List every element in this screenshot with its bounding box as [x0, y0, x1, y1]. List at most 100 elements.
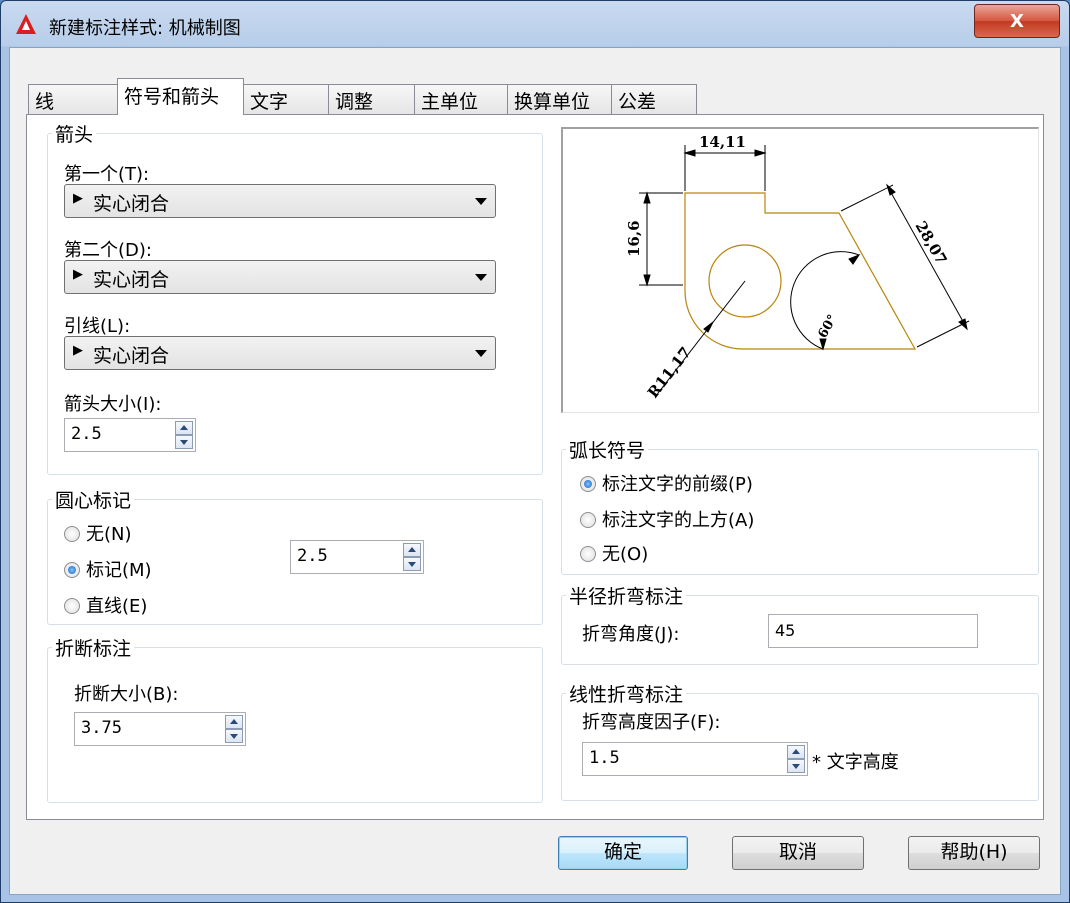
- input-value: 45: [775, 621, 796, 640]
- group-title: 折断标注: [52, 634, 135, 661]
- tab-alternate-units[interactable]: 换算单位: [507, 84, 612, 114]
- closed-filled-arrow-icon: ▶: [73, 343, 83, 358]
- second-arrow-combo[interactable]: ▶ 实心闭合: [64, 260, 496, 294]
- spin-buttons[interactable]: [225, 715, 243, 743]
- group-title: 半径折弯标注: [566, 582, 687, 609]
- dimension-preview: 14,11 16,6 28,07 60° R11,17: [561, 127, 1039, 413]
- jog-height-factor-spinner[interactable]: 1.5: [582, 742, 808, 776]
- center-mark-mark-radio[interactable]: 标记(M): [64, 556, 152, 582]
- close-button[interactable]: X: [974, 4, 1060, 38]
- tab-fit[interactable]: 调整: [328, 84, 415, 114]
- spin-up-icon[interactable]: [403, 543, 421, 557]
- dim-diagonal-text: 28,07: [912, 218, 951, 268]
- window-title: 新建标注样式: 机械制图: [49, 18, 241, 39]
- radio-label: 无(N): [86, 524, 132, 545]
- radio-label: 无(O): [602, 544, 649, 565]
- dim-radius-text: R11,17: [644, 344, 695, 402]
- leader-arrow-label: 引线(L):: [64, 316, 131, 337]
- arc-none-radio[interactable]: 无(O): [580, 540, 648, 566]
- radio-label: 标注文字的上方(A): [602, 510, 755, 531]
- center-mark-none-radio[interactable]: 无(N): [64, 520, 132, 546]
- chevron-down-icon: [475, 274, 487, 281]
- break-size-spinner[interactable]: 3.75: [74, 712, 246, 746]
- spin-buttons[interactable]: [403, 543, 421, 571]
- title-bar[interactable]: 新建标注样式: 机械制图 X: [1, 1, 1069, 47]
- closed-filled-arrow-icon: ▶: [73, 267, 83, 282]
- leader-arrow-combo[interactable]: ▶ 实心闭合: [64, 336, 496, 370]
- close-icon: X: [1010, 10, 1024, 32]
- help-button[interactable]: 帮助(H): [908, 836, 1040, 870]
- chevron-down-icon: [475, 198, 487, 205]
- radio-selected-icon: [64, 562, 80, 578]
- break-size-label: 折断大小(B):: [74, 684, 179, 705]
- tab-label: 换算单位: [514, 91, 591, 113]
- dim-left-text: 16,6: [625, 220, 643, 257]
- radio-label: 标记(M): [86, 560, 152, 581]
- dialog-window: 新建标注样式: 机械制图 X 线 符号和箭头 文字 调整 主单位 换算单位 公差…: [0, 0, 1070, 903]
- tab-panel: 箭头 第一个(T): ▶ 实心闭合 第二个(D): ▶ 实心闭合 引线(L): …: [26, 114, 1044, 820]
- arc-prefix-radio[interactable]: 标注文字的前缀(P): [580, 470, 753, 496]
- tab-primary-units[interactable]: 主单位: [414, 84, 508, 114]
- text-height-suffix: * 文字高度: [812, 752, 899, 773]
- tab-tolerances[interactable]: 公差: [611, 84, 697, 114]
- radio-label: 标注文字的前缀(P): [602, 474, 753, 495]
- combo-value: 实心闭合: [93, 269, 170, 291]
- spin-buttons[interactable]: [175, 421, 193, 449]
- radio-icon: [64, 526, 80, 542]
- spin-up-icon[interactable]: [225, 715, 243, 729]
- dim-angle-text: 60°: [815, 312, 840, 341]
- tab-lines[interactable]: 线: [28, 84, 118, 114]
- tab-label: 文字: [250, 91, 289, 113]
- arc-length-symbol-group: 弧长符号 标注文字的前缀(P) 标注文字的上方(A) 无(O): [561, 436, 1039, 575]
- spin-down-icon[interactable]: [175, 435, 193, 449]
- radius-jog-group: 半径折弯标注 折弯角度(J): 45: [561, 582, 1039, 665]
- tab-text[interactable]: 文字: [243, 84, 329, 114]
- tab-label: 公差: [618, 91, 657, 113]
- group-title: 线性折弯标注: [566, 680, 687, 707]
- radio-icon: [580, 512, 596, 528]
- spinner-value: 1.5: [589, 748, 620, 768]
- group-title: 圆心标记: [52, 486, 135, 513]
- tab-label: 主单位: [421, 91, 479, 113]
- arrowheads-group: 箭头 第一个(T): ▶ 实心闭合 第二个(D): ▶ 实心闭合 引线(L): …: [47, 120, 543, 475]
- preview-part-outline: [684, 192, 917, 350]
- arrow-size-spinner[interactable]: 2.5: [64, 418, 196, 452]
- autocad-app-icon: [16, 14, 36, 34]
- first-arrow-combo[interactable]: ▶ 实心闭合: [64, 184, 496, 218]
- radio-selected-icon: [580, 476, 596, 492]
- spin-down-icon[interactable]: [403, 557, 421, 571]
- spin-down-icon[interactable]: [787, 759, 805, 773]
- spin-down-icon[interactable]: [225, 729, 243, 743]
- group-title: 箭头: [52, 120, 97, 147]
- closed-filled-arrow-icon: ▶: [73, 191, 83, 206]
- cancel-button[interactable]: 取消: [732, 836, 864, 870]
- spinner-value: 2.5: [71, 424, 102, 444]
- tab-label: 调整: [335, 91, 374, 113]
- tab-label: 线: [35, 91, 55, 113]
- spinner-value: 3.75: [81, 718, 122, 738]
- dialog-client: 线 符号和箭头 文字 调整 主单位 换算单位 公差 箭头 第一个(T): ▶ 实…: [9, 47, 1061, 895]
- radio-icon: [580, 546, 596, 562]
- first-arrow-label: 第一个(T):: [64, 164, 150, 185]
- combo-value: 实心闭合: [93, 193, 170, 215]
- preview-drawing: 14,11 16,6 28,07 60° R11,17: [625, 133, 970, 402]
- arc-above-radio[interactable]: 标注文字的上方(A): [580, 506, 754, 532]
- chevron-down-icon: [475, 350, 487, 357]
- spinner-value: 2.5: [297, 546, 328, 566]
- center-mark-size-spinner[interactable]: 2.5: [290, 540, 424, 574]
- radio-icon: [64, 598, 80, 614]
- radio-label: 直线(E): [86, 596, 148, 617]
- ok-button[interactable]: 确定: [558, 836, 688, 870]
- spin-up-icon[interactable]: [175, 421, 193, 435]
- center-mark-line-radio[interactable]: 直线(E): [64, 592, 147, 618]
- dim-top-text: 14,11: [699, 133, 746, 151]
- jog-angle-label: 折弯角度(J):: [582, 624, 680, 645]
- combo-value: 实心闭合: [93, 345, 170, 367]
- spin-buttons[interactable]: [787, 745, 805, 773]
- spin-up-icon[interactable]: [787, 745, 805, 759]
- jog-angle-input[interactable]: 45: [768, 614, 978, 648]
- dimension-break-group: 折断标注 折断大小(B): 3.75: [47, 634, 543, 803]
- tab-symbols-arrows[interactable]: 符号和箭头: [117, 78, 244, 115]
- center-marks-group: 圆心标记 无(N) 标记(M) 直线(E) 2.5: [47, 486, 543, 625]
- group-title: 弧长符号: [566, 436, 649, 463]
